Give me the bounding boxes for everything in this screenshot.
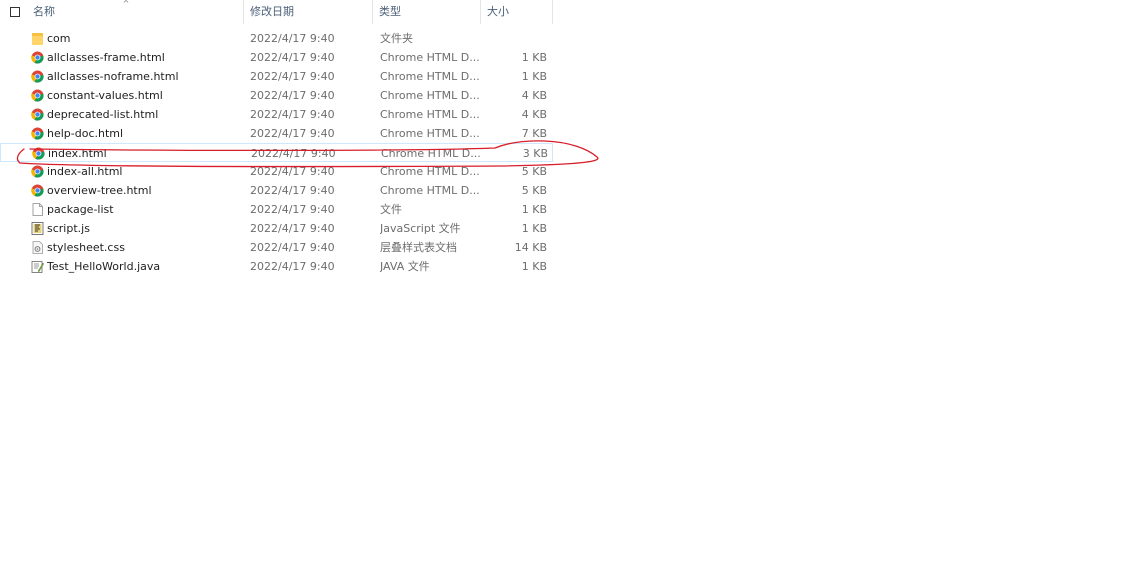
file-name: index.html bbox=[48, 147, 107, 160]
file-size: 14 KB bbox=[514, 241, 547, 254]
file-size: 1 KB bbox=[521, 70, 547, 83]
file-modified-date: 2022/4/17 9:40 bbox=[250, 222, 335, 235]
file-type: Chrome HTML D... bbox=[380, 108, 480, 121]
file-type: Chrome HTML D... bbox=[380, 89, 480, 102]
blank-file-icon bbox=[31, 203, 44, 216]
file-modified-date: 2022/4/17 9:40 bbox=[250, 184, 335, 197]
file-type: 文件 bbox=[380, 203, 402, 216]
file-row[interactable]: script.js 2022/4/17 9:40 JavaScript 文件 1 KB bbox=[0, 219, 553, 238]
file-size: 4 KB bbox=[521, 108, 547, 121]
file-type: JAVA 文件 bbox=[380, 260, 430, 273]
file-type: Chrome HTML D... bbox=[380, 165, 480, 178]
chrome-icon bbox=[31, 51, 44, 64]
column-header-date[interactable]: 修改日期 bbox=[244, 0, 373, 24]
file-name: com bbox=[47, 32, 71, 45]
file-name: Test_HelloWorld.java bbox=[47, 260, 161, 273]
file-modified-date: 2022/4/17 9:40 bbox=[250, 51, 335, 64]
file-type: Chrome HTML D... bbox=[380, 184, 480, 197]
file-size: 5 KB bbox=[521, 184, 547, 197]
file-modified-date: 2022/4/17 9:40 bbox=[250, 70, 335, 83]
file-modified-date: 2022/4/17 9:40 bbox=[250, 32, 335, 45]
file-modified-date: 2022/4/17 9:40 bbox=[250, 108, 335, 121]
file-size bbox=[488, 29, 547, 48]
file-size: 3 KB bbox=[522, 147, 548, 160]
file-modified-date: 2022/4/17 9:40 bbox=[251, 147, 336, 160]
script-file-icon bbox=[31, 222, 44, 235]
file-type: Chrome HTML D... bbox=[380, 70, 480, 83]
css-file-icon bbox=[31, 241, 44, 254]
file-size: 1 KB bbox=[521, 203, 547, 216]
file-name: package-list bbox=[47, 203, 114, 216]
file-name: script.js bbox=[47, 222, 90, 235]
file-row[interactable]: help-doc.html 2022/4/17 9:40 Chrome HTML D… bbox=[0, 124, 553, 143]
file-modified-date: 2022/4/17 9:40 bbox=[250, 89, 335, 102]
file-name: overview-tree.html bbox=[47, 184, 152, 197]
chrome-icon bbox=[31, 165, 44, 178]
file-row[interactable]: index-all.html 2022/4/17 9:40 Chrome HTML … bbox=[0, 162, 553, 181]
file-modified-date: 2022/4/17 9:40 bbox=[250, 260, 335, 273]
chrome-icon bbox=[31, 89, 44, 102]
file-name: stylesheet.css bbox=[47, 241, 125, 254]
select-all-checkbox[interactable] bbox=[10, 7, 20, 17]
file-type: JavaScript 文件 bbox=[380, 222, 461, 235]
file-modified-date: 2022/4/17 9:40 bbox=[250, 165, 335, 178]
file-type: Chrome HTML D... bbox=[381, 147, 481, 160]
file-type: 层叠样式表文档 bbox=[380, 241, 457, 254]
chrome-icon bbox=[32, 147, 45, 160]
column-header-name[interactable]: 名称 bbox=[27, 0, 244, 24]
file-type: Chrome HTML D... bbox=[380, 127, 480, 140]
file-name: index-all.html bbox=[47, 165, 123, 178]
column-header-row: ^ 名称 修改日期 类型 大小 bbox=[0, 0, 560, 24]
file-name: help-doc.html bbox=[47, 127, 124, 140]
file-size: 1 KB bbox=[521, 51, 547, 64]
file-type: Chrome HTML D... bbox=[380, 51, 480, 64]
column-header-type[interactable]: 类型 bbox=[373, 0, 481, 24]
file-name: constant-values.html bbox=[47, 89, 163, 102]
file-row[interactable]: stylesheet.css 2022/4/17 9:40 层叠样式表文档 14 KB bbox=[0, 238, 553, 257]
file-row[interactable]: com 2022/4/17 9:40 文件夹 bbox=[0, 29, 553, 48]
chrome-icon bbox=[31, 184, 44, 197]
file-size: 7 KB bbox=[521, 127, 547, 140]
chrome-icon bbox=[31, 70, 44, 83]
file-row[interactable]: allclasses-frame.html 2022/4/17 9:40 Chrom… bbox=[0, 48, 553, 67]
chrome-icon bbox=[31, 108, 44, 121]
file-row[interactable]: Test_HelloWorld.java 2022/4/17 9:40 JAVA 文… bbox=[0, 257, 553, 276]
file-modified-date: 2022/4/17 9:40 bbox=[250, 127, 335, 140]
file-name: deprecated-list.html bbox=[47, 108, 159, 121]
file-row[interactable]: constant-values.html 2022/4/17 9:40 Chrome… bbox=[0, 86, 553, 105]
file-type: 文件夹 bbox=[380, 32, 413, 45]
file-size: 5 KB bbox=[521, 165, 547, 178]
file-modified-date: 2022/4/17 9:40 bbox=[250, 203, 335, 216]
file-row[interactable]: overview-tree.html 2022/4/17 9:40 Chrome H… bbox=[0, 181, 553, 200]
file-name: allclasses-frame.html bbox=[47, 51, 165, 64]
column-header-size[interactable]: 大小 bbox=[481, 0, 553, 24]
java-file-icon bbox=[31, 260, 45, 273]
folder-icon bbox=[31, 32, 44, 45]
file-row[interactable]: allclasses-noframe.html 2022/4/17 9:40 Chr… bbox=[0, 67, 553, 86]
file-size: 4 KB bbox=[521, 89, 547, 102]
file-name: allclasses-noframe.html bbox=[47, 70, 179, 83]
chrome-icon bbox=[31, 127, 44, 140]
file-explorer-list: ^ 名称 修改日期 类型 大小 com 2022/4/17 9:40 文件夹 allc… bbox=[0, 0, 1130, 578]
file-row[interactable]: index.html 2022/4/17 9:40 Chrome HTML D...… bbox=[0, 143, 553, 162]
file-row[interactable]: package-list 2022/4/17 9:40 文件 1 KB bbox=[0, 200, 553, 219]
file-size: 1 KB bbox=[521, 222, 547, 235]
file-row[interactable]: deprecated-list.html 2022/4/17 9:40 Chrome… bbox=[0, 105, 553, 124]
file-size: 1 KB bbox=[521, 260, 547, 273]
file-modified-date: 2022/4/17 9:40 bbox=[250, 241, 335, 254]
